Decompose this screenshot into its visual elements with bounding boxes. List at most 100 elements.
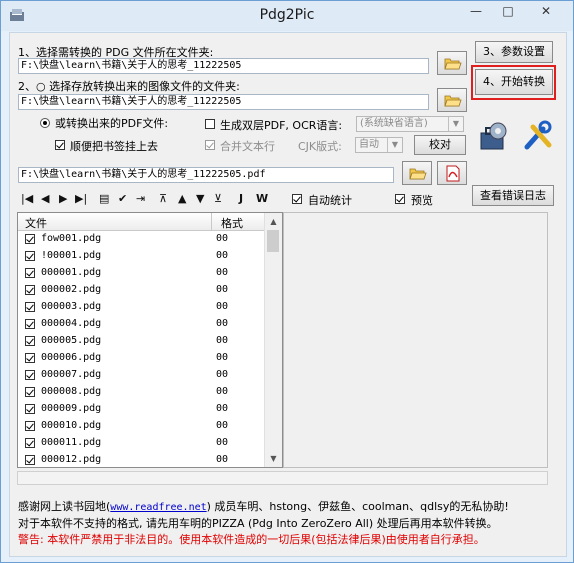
file-checkbox[interactable]	[25, 251, 35, 261]
file-checkbox[interactable]	[25, 455, 35, 465]
file-row[interactable]: 000012.pdg 00	[18, 452, 265, 467]
file-checkbox[interactable]	[25, 319, 35, 329]
folder-open-icon	[444, 58, 462, 70]
toolbox-icon	[480, 122, 507, 150]
verify-button[interactable]: 校对	[414, 135, 466, 155]
file-row[interactable]: !00001.pdg 00	[18, 248, 265, 265]
browse-source-button[interactable]	[437, 51, 467, 75]
export-icon[interactable]: ⇥	[136, 193, 145, 205]
file-name: !00001.pdg	[41, 250, 102, 261]
file-name: 000011.pdg	[41, 437, 102, 448]
file-row[interactable]: 000006.pdg 00	[18, 350, 265, 367]
file-format: 00	[216, 318, 229, 329]
file-checkbox[interactable]	[25, 336, 35, 346]
file-checkbox[interactable]	[25, 370, 35, 380]
move-bottom-icon[interactable]: ⊻	[214, 193, 222, 205]
settings-button[interactable]: 3、参数设置	[475, 41, 553, 63]
file-list-header: 文件 格式	[18, 213, 265, 231]
file-name: 000002.pdg	[41, 284, 102, 295]
file-row[interactable]: 000003.pdg 00	[18, 299, 265, 316]
file-row[interactable]: 000002.pdg 00	[18, 282, 265, 299]
first-page-icon[interactable]: |◀	[21, 193, 33, 205]
file-checkbox[interactable]	[25, 285, 35, 295]
column-file-header[interactable]: 文件	[25, 215, 47, 231]
file-name: 000008.pdg	[41, 386, 102, 397]
document-icon[interactable]: ▤	[99, 193, 109, 205]
folder-open-icon	[409, 168, 427, 180]
horizontal-scrollbar[interactable]	[17, 471, 548, 485]
move-top-icon[interactable]: ⊼	[159, 193, 167, 205]
move-up-icon[interactable]: ▲	[178, 193, 186, 205]
pdf-icon	[446, 165, 460, 182]
chevron-down-icon: ▼	[387, 138, 402, 152]
last-page-icon[interactable]: ▶|	[75, 193, 87, 205]
browse-pdf-button[interactable]	[402, 161, 432, 185]
scroll-up-icon[interactable]: ▲	[265, 213, 282, 230]
w-icon[interactable]: W	[256, 193, 268, 205]
file-checkbox[interactable]	[25, 438, 35, 448]
ocr-language-select[interactable]: (系统缺省语言) ▼	[356, 116, 464, 132]
file-format: 00	[216, 284, 229, 295]
file-row[interactable]: fow001.pdg 00	[18, 231, 265, 248]
file-name: 000006.pdg	[41, 352, 102, 363]
file-name: 000010.pdg	[41, 420, 102, 431]
file-name: 000007.pdg	[41, 369, 102, 380]
column-divider[interactable]	[211, 213, 212, 230]
file-row[interactable]: 000010.pdg 00	[18, 418, 265, 435]
file-name: 000012.pdg	[41, 454, 102, 465]
file-row[interactable]: 000004.pdg 00	[18, 316, 265, 333]
file-row[interactable]: 000005.pdg 00	[18, 333, 265, 350]
preview-checkbox[interactable]	[395, 194, 405, 204]
j-icon[interactable]: J	[239, 193, 243, 205]
next-icon[interactable]: ▶	[59, 193, 67, 205]
file-format: 00	[216, 437, 229, 448]
close-button[interactable]: ✕	[524, 2, 568, 22]
double-layer-checkbox[interactable]	[205, 119, 215, 129]
auto-stats-label: 自动统计	[308, 194, 352, 207]
file-checkbox[interactable]	[25, 421, 35, 431]
vertical-scrollbar[interactable]: ▲ ▼	[264, 213, 282, 467]
file-format: 00	[216, 454, 229, 465]
file-checkbox[interactable]	[25, 387, 35, 397]
check-icon[interactable]: ✔	[118, 193, 127, 205]
file-format: 00	[216, 267, 229, 278]
minimize-button[interactable]: —	[462, 2, 490, 22]
file-list[interactable]: 文件 格式 fow001.pdg 00 !00001.pdg 00 000001.pdg…	[17, 212, 283, 468]
file-row[interactable]: 000001.pdg 00	[18, 265, 265, 282]
credits-prefix: 感谢网上读书园地(	[18, 500, 111, 513]
view-error-log-button[interactable]: 查看错误日志	[472, 185, 554, 206]
scroll-thumb[interactable]	[267, 230, 279, 252]
scroll-down-icon[interactable]: ▼	[265, 450, 282, 467]
file-row[interactable]: 000007.pdg 00	[18, 367, 265, 384]
open-pdf-button[interactable]	[437, 161, 467, 185]
file-row[interactable]: 000008.pdg 00	[18, 384, 265, 401]
auto-stats-checkbox[interactable]	[292, 194, 302, 204]
maximize-button[interactable]: □	[494, 2, 522, 22]
pdf-output-radio[interactable]	[40, 118, 50, 128]
readfree-link[interactable]: www.readfree.net	[110, 502, 206, 513]
column-format-header[interactable]: 格式	[221, 215, 243, 231]
previous-icon[interactable]: ◀	[41, 193, 49, 205]
move-down-icon[interactable]: ▼	[196, 193, 204, 205]
title-bar[interactable]: Pdg2Pic — □ ✕	[1, 1, 573, 31]
bookmark-checkbox[interactable]	[55, 140, 65, 150]
file-checkbox[interactable]	[25, 268, 35, 278]
preview-pane	[283, 212, 548, 468]
output-folder-input[interactable]: F:\快盘\learn\书籍\关于人的思考_11222505	[18, 94, 429, 110]
file-row[interactable]: 000011.pdg 00	[18, 435, 265, 452]
file-checkbox[interactable]	[25, 404, 35, 414]
file-checkbox[interactable]	[25, 353, 35, 363]
file-row[interactable]: 000009.pdg 00	[18, 401, 265, 418]
browse-output-button[interactable]	[437, 88, 467, 112]
cjk-select[interactable]: 自动 ▼	[355, 137, 403, 153]
merge-text-checkbox[interactable]	[205, 140, 215, 150]
file-checkbox[interactable]	[25, 234, 35, 244]
source-folder-input[interactable]: F:\快盘\learn\书籍\关于人的思考_11222505	[18, 58, 429, 74]
pdf-file-input[interactable]: F:\快盘\learn\书籍\关于人的思考_11222505.pdf	[18, 167, 394, 183]
credits-line: 感谢网上读书园地(www.readfree.net) 成员车明、hstong、伊…	[18, 498, 509, 514]
file-name: 000009.pdg	[41, 403, 102, 414]
file-format: 00	[216, 335, 229, 346]
file-checkbox[interactable]	[25, 302, 35, 312]
cjk-label: CJK版式:	[298, 140, 342, 153]
chevron-down-icon: ▼	[448, 117, 463, 131]
